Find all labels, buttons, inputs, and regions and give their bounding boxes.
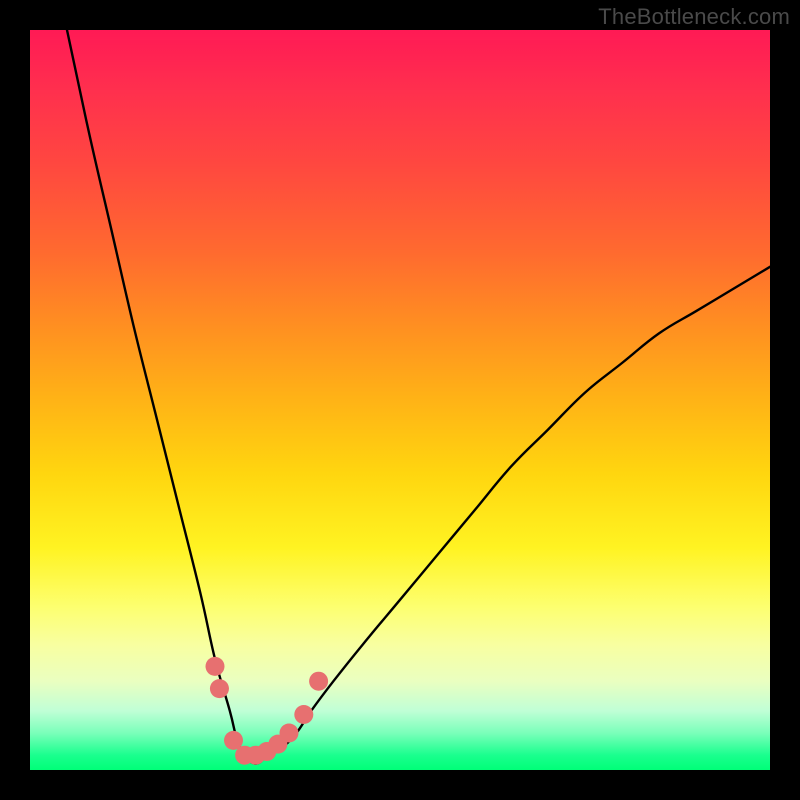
plot-area <box>30 30 770 770</box>
data-marker <box>294 705 313 724</box>
curve-svg <box>30 30 770 770</box>
data-marker <box>210 679 229 698</box>
data-markers <box>206 657 329 765</box>
bottleneck-curve <box>67 30 770 764</box>
data-marker <box>280 724 299 743</box>
chart-frame: TheBottleneck.com <box>0 0 800 800</box>
data-marker <box>206 657 225 676</box>
curve-group <box>67 30 770 765</box>
data-marker <box>309 672 328 691</box>
watermark-text: TheBottleneck.com <box>598 4 790 30</box>
